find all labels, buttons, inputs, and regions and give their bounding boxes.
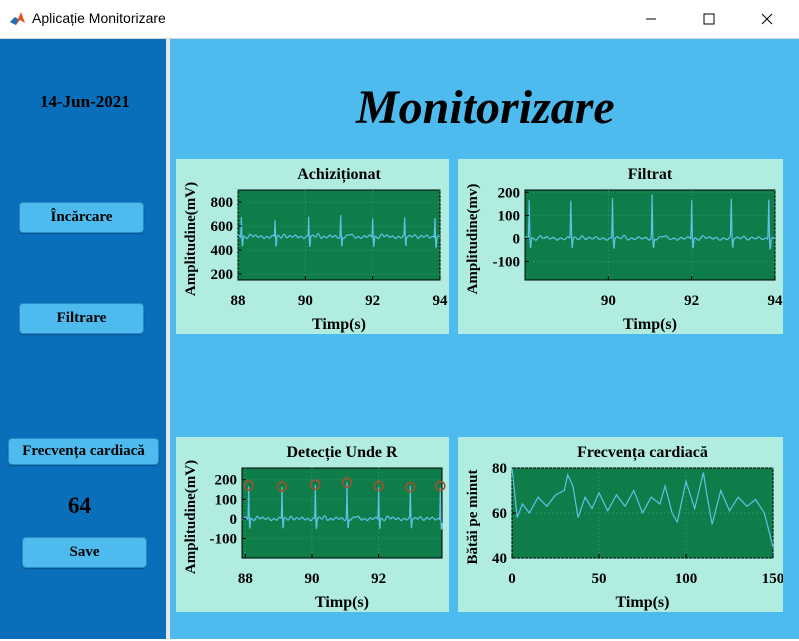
y-tick-label: 40 (492, 551, 507, 567)
filter-button[interactable]: Filtrare (19, 303, 144, 334)
window-title: Aplicație Monitorizare (32, 10, 166, 26)
x-tick-label: 94 (768, 293, 784, 309)
x-tick-label: 90 (601, 293, 616, 309)
chart-title: Detecție Unde R (286, 444, 398, 462)
y-tick-label: 80 (492, 461, 507, 477)
y-tick-label: 200 (215, 473, 238, 489)
plot-area (524, 189, 776, 281)
y-tick-label: 60 (492, 506, 507, 522)
x-tick-label: 92 (371, 571, 386, 587)
x-axis-label: Timp(s) (616, 594, 670, 611)
minimize-icon (646, 18, 656, 20)
page-title: Monitorizare (356, 81, 615, 134)
close-icon (761, 13, 773, 25)
y-axis-label: Bătăi pe minut (465, 469, 481, 564)
x-tick-label: 88 (231, 293, 246, 309)
chart-title: Achiziționat (297, 166, 381, 184)
x-tick-label: 92 (684, 293, 699, 309)
x-tick-label: 90 (305, 571, 320, 587)
close-button[interactable] (738, 0, 796, 38)
x-tick-label: 92 (365, 293, 380, 309)
y-tick-label: 0 (513, 231, 521, 247)
x-tick-label: 88 (238, 571, 253, 587)
chart-svg: Achiziționat 88 90 92 94 200 400 600 800 Timp(s) A… (183, 166, 449, 333)
y-tick-label: 0 (230, 512, 238, 528)
x-tick-label: 50 (592, 571, 607, 587)
x-axis-label: Timp(s) (623, 316, 677, 333)
y-tick-label: 800 (211, 195, 234, 211)
y-tick-label: 100 (215, 492, 238, 508)
chart-svg: Frecvența cardiacă 0 50 100 150 40 60 80 Timp(s)… (465, 444, 783, 611)
x-axis-label: Timp(s) (312, 316, 366, 333)
title-bar: Aplicație Monitorizare (0, 0, 799, 39)
y-axis-label: Amplitudine(mv) (465, 184, 481, 295)
heart-rate-value: 64 (68, 493, 91, 518)
chart-title: Filtrat (628, 166, 673, 183)
date-label: 14-Jun-2021 (40, 92, 130, 111)
chart-panel-filtered: Filtrat 90 92 94 -100 0 100 200 Timp(s) Amplitudi… (458, 159, 783, 334)
save-button[interactable]: Save (22, 537, 147, 568)
minimize-button[interactable] (622, 0, 680, 38)
heart-rate-button[interactable]: Frecvența cardiacă (8, 438, 159, 465)
matlab-logo-icon (9, 10, 26, 27)
y-tick-label: 200 (498, 185, 521, 201)
x-axis-label: Timp(s) (315, 594, 369, 611)
y-tick-label: 100 (498, 208, 521, 224)
chart-panel-heart-rate: Frecvența cardiacă 0 50 100 150 40 60 80 Timp(s)… (458, 437, 783, 612)
x-tick-label: 0 (508, 571, 516, 587)
y-axis-label: Amplitudine(mV) (183, 460, 199, 574)
chart-svg: Filtrat 90 92 94 -100 0 100 200 Timp(s) Amplitudi… (465, 166, 784, 333)
maximize-icon (703, 13, 715, 25)
x-tick-label: 100 (675, 571, 698, 587)
y-tick-label: 200 (211, 267, 234, 283)
y-tick-label: -100 (210, 531, 238, 547)
x-tick-label: 90 (298, 293, 313, 309)
chart-panel-acquired: Achiziționat 88 90 92 94 200 400 600 800 Timp(s) A… (176, 159, 449, 334)
load-button[interactable]: Încărcare (19, 202, 144, 233)
x-tick-label: 150 (762, 571, 783, 587)
y-tick-label: 400 (211, 243, 234, 259)
maximize-button[interactable] (680, 0, 738, 38)
y-tick-label: 600 (211, 219, 234, 235)
y-tick-label: -100 (493, 255, 521, 271)
chart-panel-r-detection: Detecție Unde R 88 90 92 -100 0 100 200 Timp(s) A… (176, 437, 449, 612)
chart-title: Frecvența cardiacă (577, 444, 708, 462)
y-axis-label: Amplitudine(mV) (183, 182, 199, 296)
x-tick-label: 94 (433, 293, 449, 309)
chart-svg: Detecție Unde R 88 90 92 -100 0 100 200 Timp(s) A… (183, 444, 446, 611)
